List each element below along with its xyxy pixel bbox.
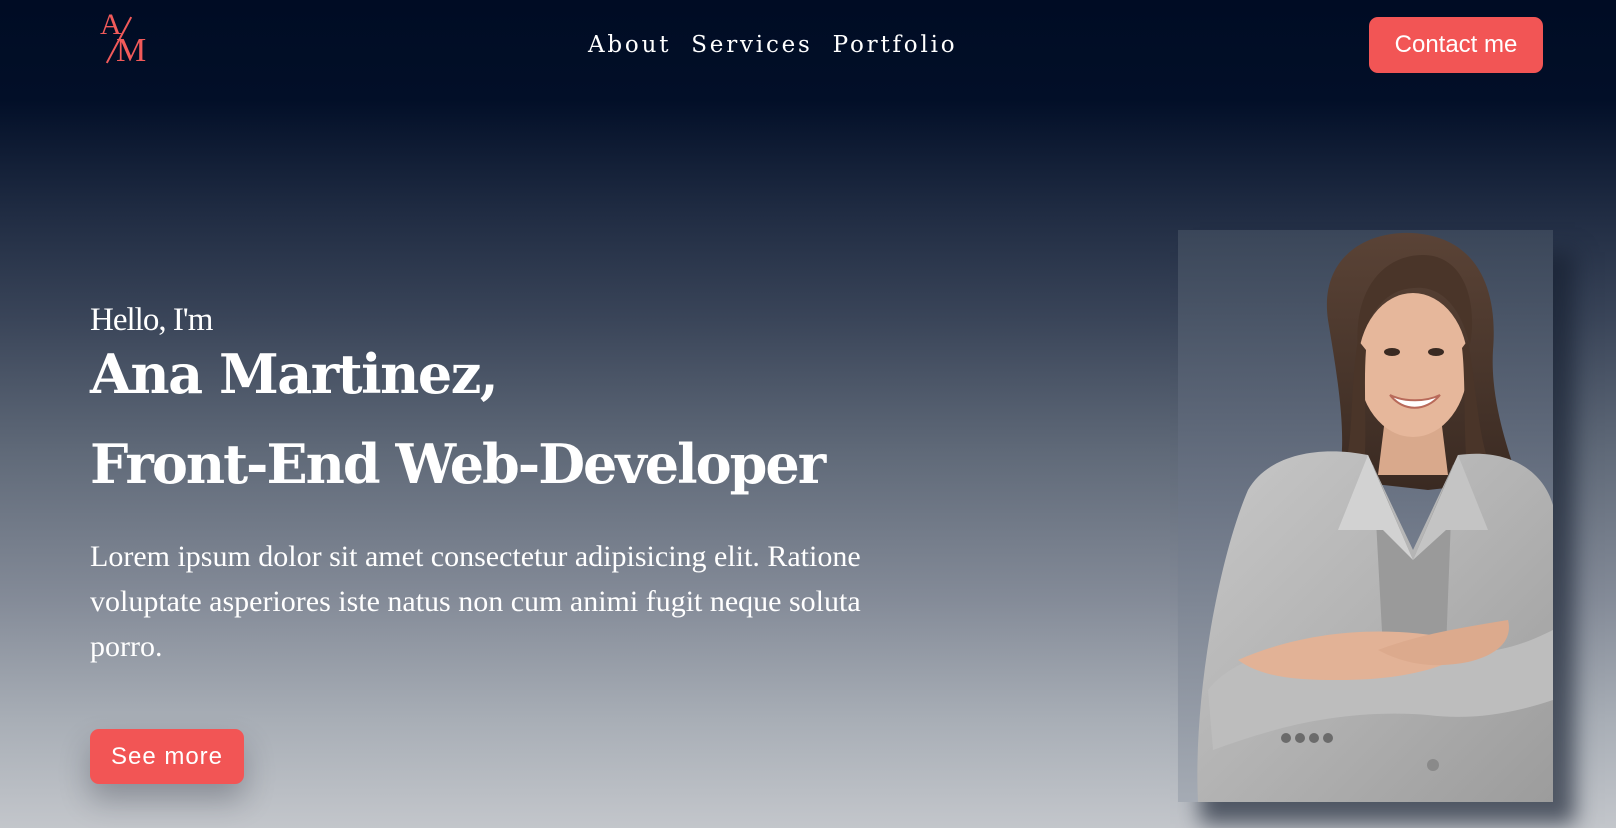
portrait-illustration	[1178, 230, 1553, 802]
hero-role: Front-End Web-Developer	[90, 432, 826, 496]
hero-name: Ana Martinez,	[90, 342, 499, 406]
logo[interactable]: A M	[96, 10, 156, 70]
nav-link-services[interactable]: Services	[691, 29, 812, 61]
main-nav: About Services Portfolio	[588, 29, 957, 61]
nav-link-portfolio[interactable]: Portfolio	[833, 29, 958, 61]
hero-portrait	[1178, 230, 1553, 802]
contact-button[interactable]: Contact me	[1369, 17, 1543, 73]
nav-link-about[interactable]: About	[588, 29, 671, 61]
hero-description: Lorem ipsum dolor sit amet consectetur a…	[90, 540, 861, 663]
hero-greeting: Hello, I'm	[90, 302, 213, 338]
see-more-button[interactable]: See more	[90, 729, 244, 784]
logo-letter-m: M	[116, 32, 147, 69]
